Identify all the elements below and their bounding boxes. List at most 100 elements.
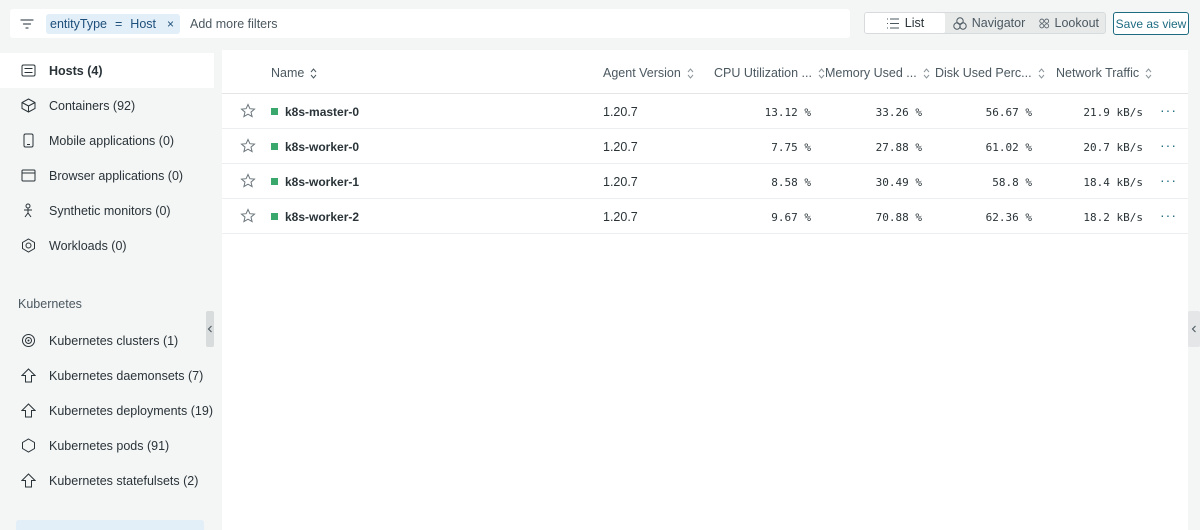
disk-cell: 62.36 % — [985, 211, 1032, 224]
sidebar-item-k8s-pods[interactable]: Kubernetes pods (91) — [0, 428, 214, 463]
remove-filter-icon[interactable]: × — [167, 17, 174, 31]
column-header-name[interactable]: Name — [271, 66, 317, 80]
sidebar-item-mobile[interactable]: Mobile applications (0) — [0, 123, 214, 158]
navigator-icon — [953, 16, 967, 30]
filter-value: Host — [130, 16, 156, 31]
sidebar-item-label: Synthetic monitors (0) — [49, 203, 171, 218]
agent-version-cell: 1.20.7 — [603, 105, 638, 119]
sidebar-item-synthetic[interactable]: Synthetic monitors (0) — [0, 193, 214, 228]
sidebar-item-k8s-deployments[interactable]: Kubernetes deployments (19) — [0, 393, 214, 428]
sidebar-item-label: Hosts (4) — [49, 63, 103, 78]
statefulset-icon — [20, 473, 36, 489]
filter-key: entityType — [50, 16, 107, 31]
view-navigator-button[interactable]: Navigator — [945, 13, 1033, 33]
workloads-icon — [20, 238, 36, 254]
sort-icon — [310, 67, 317, 79]
star-icon[interactable] — [240, 208, 256, 224]
network-cell: 18.2 kB/s — [1083, 211, 1143, 224]
sort-icon — [1145, 67, 1152, 79]
sidebar-footer-panel — [16, 520, 204, 530]
filter-operator: = — [114, 16, 123, 31]
cpu-cell: 8.58 % — [771, 176, 811, 189]
host-name-link[interactable]: k8s-worker-1 — [285, 175, 359, 189]
daemonset-icon — [20, 368, 36, 384]
column-header-disk[interactable]: Disk Used Perc... — [935, 66, 1045, 80]
top-bar: entityType = Host × Add more filters Lis… — [0, 0, 1200, 46]
view-lookout-button[interactable]: Lookout — [1033, 13, 1105, 33]
sort-icon — [687, 67, 694, 79]
mobile-icon — [20, 133, 36, 149]
host-name-link[interactable]: k8s-worker-2 — [285, 210, 359, 224]
filter-bar[interactable]: entityType = Host × Add more filters — [10, 9, 850, 38]
column-label: Disk Used Perc... — [935, 66, 1032, 80]
container-icon — [20, 98, 36, 114]
status-indicator — [271, 178, 278, 185]
column-header-memory[interactable]: Memory Used ... — [825, 66, 930, 80]
column-label: Agent Version — [603, 66, 681, 80]
sidebar-item-label: Workloads (0) — [49, 238, 127, 253]
network-cell: 20.7 kB/s — [1083, 141, 1143, 154]
memory-cell: 30.49 % — [875, 176, 922, 189]
sidebar-item-k8s-statefulsets[interactable]: Kubernetes statefulsets (2) — [0, 463, 214, 498]
column-header-agent-version[interactable]: Agent Version — [603, 66, 694, 80]
deployment-icon — [20, 403, 36, 419]
star-icon[interactable] — [240, 103, 256, 119]
table-row[interactable]: k8s-worker-2 1.20.7 9.67 % 70.88 % 62.36… — [222, 199, 1188, 234]
row-actions-button[interactable]: ··· — [1160, 137, 1177, 153]
status-indicator — [271, 143, 278, 150]
host-name-link[interactable]: k8s-master-0 — [285, 105, 359, 119]
sidebar-item-containers[interactable]: Containers (92) — [0, 88, 214, 123]
network-cell: 18.4 kB/s — [1083, 176, 1143, 189]
row-actions-button[interactable]: ··· — [1160, 172, 1177, 188]
agent-version-cell: 1.20.7 — [603, 210, 638, 224]
cpu-cell: 13.12 % — [764, 106, 811, 119]
view-list-button[interactable]: List — [865, 13, 945, 33]
column-header-cpu[interactable]: CPU Utilization ... — [714, 66, 825, 80]
hosts-icon — [20, 63, 36, 79]
disk-cell: 56.67 % — [985, 106, 1032, 119]
sidebar-item-k8s-daemonsets[interactable]: Kubernetes daemonsets (7) — [0, 358, 214, 393]
sidebar-item-label: Containers (92) — [49, 98, 136, 113]
table-row[interactable]: k8s-master-0 1.20.7 13.12 % 33.26 % 56.6… — [222, 94, 1188, 129]
browser-icon — [20, 168, 36, 184]
collapse-sidebar-button[interactable] — [206, 311, 214, 347]
sidebar-item-k8s-clusters[interactable]: Kubernetes clusters (1) — [0, 323, 214, 358]
table-row[interactable]: k8s-worker-0 1.20.7 7.75 % 27.88 % 61.02… — [222, 129, 1188, 164]
column-header-network[interactable]: Network Traffic — [1056, 66, 1152, 80]
sort-icon — [923, 67, 930, 79]
memory-cell: 70.88 % — [875, 211, 922, 224]
sidebar-item-label: Kubernetes daemonsets (7) — [49, 368, 204, 383]
row-actions-button[interactable]: ··· — [1160, 102, 1177, 118]
memory-cell: 33.26 % — [875, 106, 922, 119]
column-label: Name — [271, 66, 305, 80]
cpu-cell: 7.75 % — [771, 141, 811, 154]
star-icon[interactable] — [240, 173, 256, 189]
view-navigator-label: Navigator — [971, 16, 1026, 30]
filter-chip[interactable]: entityType = Host × — [46, 13, 181, 34]
table-row[interactable]: k8s-worker-1 1.20.7 8.58 % 30.49 % 58.8 … — [222, 164, 1188, 199]
disk-cell: 61.02 % — [985, 141, 1032, 154]
sidebar-item-hosts[interactable]: Hosts (4) — [0, 53, 214, 88]
status-indicator — [271, 108, 278, 115]
sidebar-item-label: Kubernetes statefulsets (2) — [49, 473, 199, 488]
add-filters-input[interactable]: Add more filters — [190, 17, 278, 31]
sidebar-item-browser[interactable]: Browser applications (0) — [0, 158, 214, 193]
save-as-view-button[interactable]: Save as view — [1113, 12, 1189, 35]
expand-panel-button[interactable] — [1188, 311, 1200, 347]
synthetic-icon — [20, 203, 36, 219]
disk-cell: 58.8 % — [992, 176, 1032, 189]
view-lookout-label: Lookout — [1054, 16, 1099, 30]
entity-sidebar: Hosts (4) Containers (92) Mobile applica… — [0, 50, 214, 530]
agent-version-cell: 1.20.7 — [603, 140, 638, 154]
row-actions-button[interactable]: ··· — [1160, 207, 1177, 223]
sidebar-item-label: Kubernetes pods (91) — [49, 438, 170, 453]
sidebar-item-label: Browser applications (0) — [49, 168, 184, 183]
pod-icon — [20, 438, 36, 454]
cpu-cell: 9.67 % — [771, 211, 811, 224]
sidebar-item-workloads[interactable]: Workloads (0) — [0, 228, 214, 263]
sidebar-item-label: Kubernetes clusters (1) — [49, 333, 179, 348]
star-icon[interactable] — [240, 138, 256, 154]
host-name-link[interactable]: k8s-worker-0 — [285, 140, 359, 154]
filter-icon[interactable] — [10, 9, 44, 38]
chevron-left-icon — [207, 325, 212, 333]
